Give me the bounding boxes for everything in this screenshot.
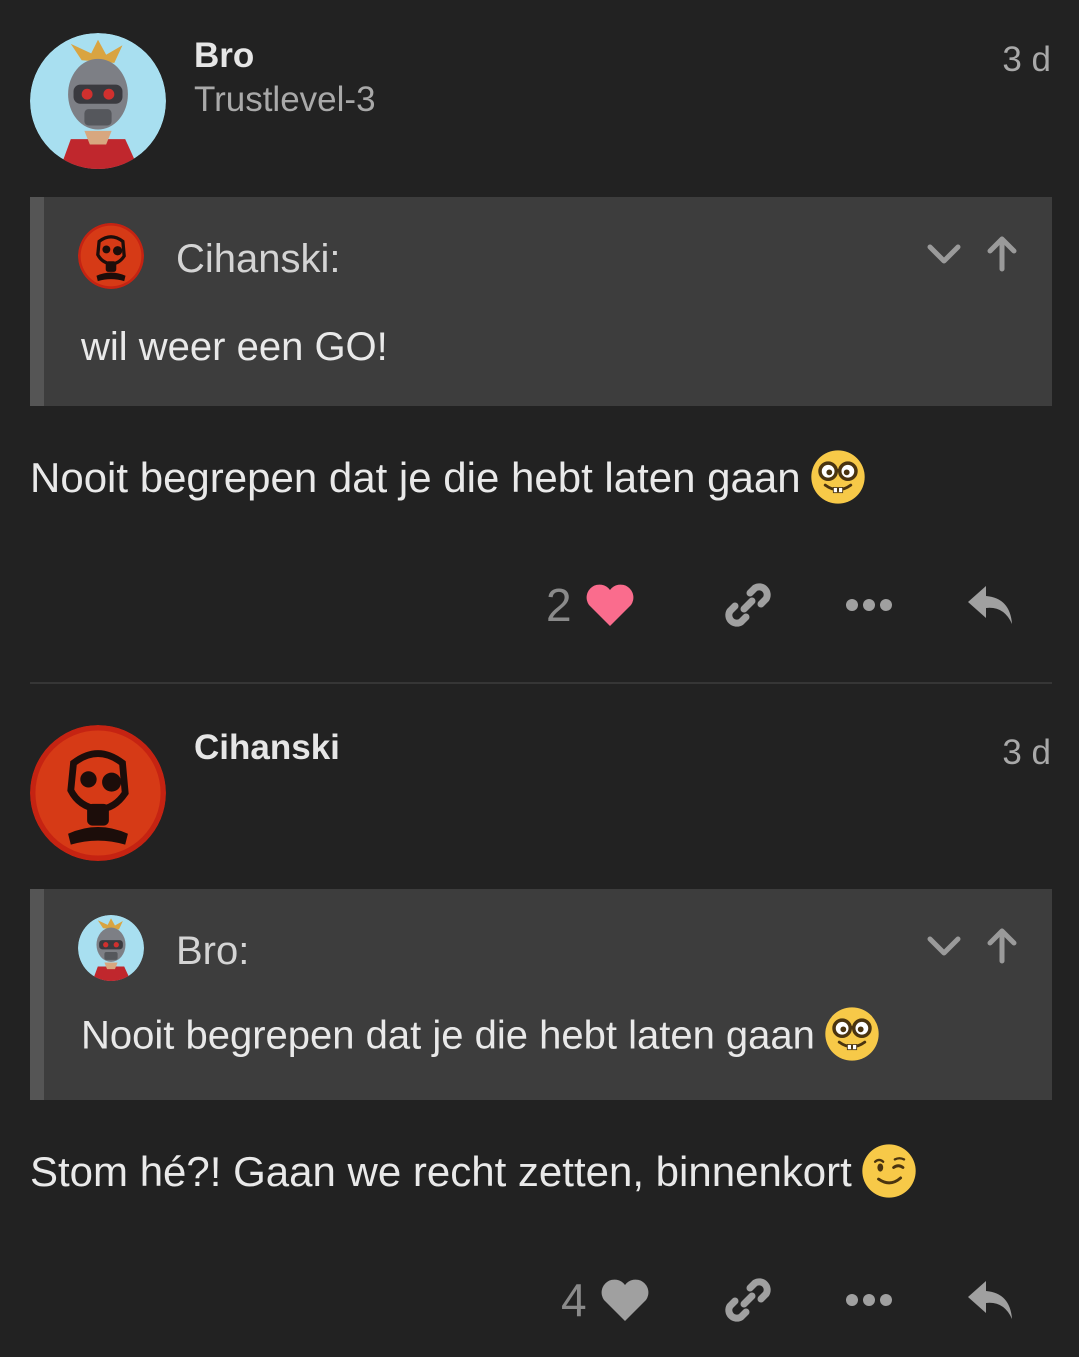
arrow-up-icon[interactable] — [982, 925, 1022, 965]
quote-block: Bro: Nooit begrepen dat je die hebt late… — [30, 889, 1052, 1100]
reply-icon — [966, 1277, 1016, 1323]
link-icon — [722, 1274, 774, 1326]
like-count: 2 — [546, 579, 572, 631]
share-link-button[interactable] — [722, 1270, 774, 1330]
link-icon — [722, 579, 774, 631]
reply-button[interactable] — [966, 1270, 1016, 1330]
nerd-face-emoji-icon — [823, 1005, 881, 1063]
reply-button[interactable] — [966, 575, 1016, 635]
quote-controls — [924, 233, 1022, 273]
like-count: 4 — [561, 1274, 587, 1326]
share-link-button[interactable] — [722, 575, 774, 635]
ellipsis-icon — [845, 595, 893, 615]
post-user-title: Trustlevel-3 — [194, 80, 376, 119]
like-button[interactable]: 2 — [546, 575, 636, 635]
post-actions: 2 — [0, 575, 1079, 635]
ellipsis-icon — [845, 1290, 893, 1310]
winking-face-emoji-icon — [860, 1142, 918, 1200]
quote-text: wil weer een GO! — [81, 325, 388, 369]
post-body: Stom hé?! Gaan we recht zetten, binnenko… — [30, 1146, 918, 1204]
post-body-text: Nooit begrepen dat je die hebt laten gaa… — [30, 454, 801, 502]
arrow-up-icon[interactable] — [982, 233, 1022, 273]
more-options-button[interactable] — [845, 575, 893, 635]
quote-avatar — [78, 915, 144, 981]
post-date[interactable]: 3 d — [1002, 733, 1051, 773]
post-username[interactable]: Cihanski — [194, 728, 340, 768]
like-button[interactable]: 4 — [561, 1270, 651, 1330]
avatar-cihanski[interactable] — [30, 725, 166, 861]
heart-icon — [584, 582, 636, 628]
post-actions: 4 — [0, 1270, 1079, 1330]
post-divider — [30, 682, 1052, 684]
quote-text-content: Nooit begrepen dat je die hebt laten gaa… — [81, 1013, 815, 1058]
reply-icon — [966, 582, 1016, 628]
quote-author: Cihanski: — [176, 237, 341, 281]
quote-controls — [924, 925, 1022, 965]
post-body-text: Stom hé?! Gaan we recht zetten, binnenko… — [30, 1148, 852, 1196]
post-username[interactable]: Bro — [194, 36, 254, 76]
avatar-bro[interactable] — [30, 33, 166, 169]
more-options-button[interactable] — [845, 1270, 893, 1330]
quote-text: Nooit begrepen dat je die hebt laten gaa… — [81, 1009, 881, 1067]
nerd-face-emoji-icon — [809, 448, 867, 506]
post-date[interactable]: 3 d — [1002, 40, 1051, 80]
quote-block: Cihanski: wil weer een GO! — [30, 197, 1052, 406]
quote-author: Bro: — [176, 929, 250, 973]
quote-avatar — [78, 223, 144, 289]
post-body: Nooit begrepen dat je die hebt laten gaa… — [30, 452, 867, 510]
heart-icon — [599, 1277, 651, 1323]
chevron-down-icon[interactable] — [924, 925, 964, 965]
chevron-down-icon[interactable] — [924, 233, 964, 273]
